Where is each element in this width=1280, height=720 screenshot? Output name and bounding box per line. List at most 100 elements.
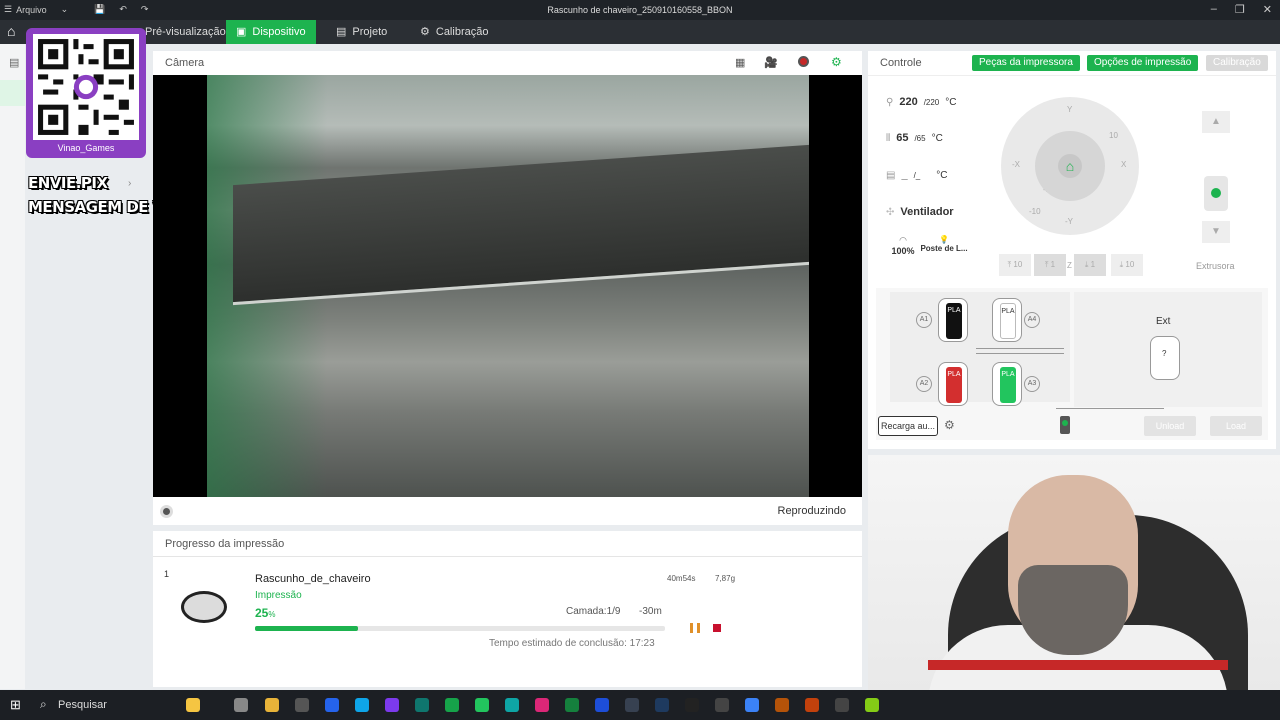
app-icon[interactable] bbox=[775, 698, 789, 712]
telegram-icon[interactable] bbox=[355, 698, 369, 712]
nozzle-current: 220 bbox=[899, 96, 918, 108]
chrome-icon[interactable] bbox=[445, 698, 459, 712]
extruder-led bbox=[1211, 188, 1221, 198]
steam-icon[interactable] bbox=[655, 698, 669, 712]
tab-device[interactable]: ▣ Dispositivo bbox=[226, 20, 316, 44]
time-used: 40m54s bbox=[667, 574, 696, 583]
nozzle-temp[interactable]: ⚲ 220 /220 °C bbox=[886, 96, 957, 108]
calibration-button[interactable]: Calibração bbox=[1206, 55, 1268, 71]
app-icon[interactable] bbox=[835, 698, 849, 712]
app-icon[interactable] bbox=[385, 698, 399, 712]
edge-icon[interactable] bbox=[415, 698, 429, 712]
bed-temp[interactable]: ⫴ 65 /65 °C bbox=[886, 132, 943, 144]
chamber-target: /_ bbox=[913, 171, 921, 180]
epic-games-icon[interactable] bbox=[685, 698, 699, 712]
print-options-button[interactable]: Opções de impressão bbox=[1087, 55, 1199, 71]
speed-value: 100% bbox=[891, 246, 915, 256]
app-icon[interactable] bbox=[505, 698, 519, 712]
app-icon[interactable] bbox=[805, 698, 819, 712]
z-down-1-button[interactable]: ⤓ 1 bbox=[1074, 254, 1106, 276]
fan-control[interactable]: ✣ Ventilador bbox=[886, 206, 954, 218]
file-explorer-icon[interactable] bbox=[265, 698, 279, 712]
external-spool[interactable]: ? bbox=[1150, 336, 1180, 380]
ams-spool-a4[interactable]: PLA bbox=[992, 298, 1022, 342]
progress-title: Progresso da impressão bbox=[165, 538, 285, 550]
progress-bar-track bbox=[255, 626, 665, 631]
bambu-studio-icon[interactable] bbox=[475, 698, 489, 712]
sidebar-selected-item[interactable] bbox=[0, 80, 25, 106]
bed-unit: °C bbox=[931, 133, 943, 144]
ams-filament-a1: PLA bbox=[946, 303, 962, 339]
z-up-10-button[interactable]: ⤒ 10 bbox=[999, 254, 1031, 276]
tab-project[interactable]: ▤ Projeto bbox=[326, 20, 397, 44]
ams-spool-a1[interactable]: PLA bbox=[938, 298, 968, 342]
printer-list-icon[interactable]: ▤ bbox=[9, 56, 19, 69]
settings-icon[interactable]: ⚙ bbox=[831, 55, 842, 69]
pause-button[interactable] bbox=[690, 623, 700, 633]
app-icon[interactable] bbox=[715, 698, 729, 712]
jog-x-plus[interactable]: X bbox=[1121, 160, 1126, 169]
extruder-down-button[interactable]: ▼ bbox=[1202, 221, 1230, 243]
app-icon[interactable] bbox=[745, 698, 759, 712]
task-view-icon[interactable] bbox=[234, 698, 248, 712]
auto-refill-button[interactable]: Recarga au... bbox=[878, 416, 939, 436]
minimize-icon[interactable]: – bbox=[1211, 3, 1217, 16]
speed-control[interactable]: ◠ 100% bbox=[888, 235, 918, 256]
qr-code-icon bbox=[33, 34, 139, 140]
job-thumbnail bbox=[181, 591, 227, 623]
close-icon[interactable]: ✕ bbox=[1263, 3, 1272, 16]
sd-card-icon[interactable]: ▦ bbox=[735, 56, 745, 69]
app-icon[interactable] bbox=[535, 698, 549, 712]
record-video-icon[interactable]: 🎥 bbox=[764, 56, 778, 69]
z-up-1-button[interactable]: ⤒ 1 bbox=[1034, 254, 1066, 276]
load-button[interactable]: Load bbox=[1210, 416, 1262, 436]
obs-icon[interactable] bbox=[295, 698, 309, 712]
eta-text: Tempo estimado de conclusão: 17:23 bbox=[489, 638, 655, 649]
tab-project-label: Projeto bbox=[352, 26, 388, 38]
stop-button[interactable] bbox=[713, 624, 721, 632]
stop-stream-button[interactable] bbox=[160, 505, 173, 518]
jog-y-minus[interactable]: -Y bbox=[1065, 217, 1073, 226]
xy-jog-wheel[interactable]: Y -Y -X X 10 1 -1 -10 ⌂ bbox=[1001, 97, 1139, 235]
job-name: Rascunho_de_chaveiro bbox=[255, 573, 371, 585]
z-down-10-button[interactable]: ⤓ 10 bbox=[1111, 254, 1143, 276]
taskbar-search-label[interactable]: Pesquisar bbox=[58, 699, 107, 711]
light-bulb-icon: 💡 bbox=[939, 235, 949, 244]
layer-info: Camada:1/9 bbox=[566, 606, 621, 617]
light-control[interactable]: 💡 Poste de L... bbox=[920, 235, 968, 253]
ams-settings-icon[interactable]: ⚙ bbox=[944, 418, 955, 432]
playback-bar: Reproduzindo bbox=[153, 497, 862, 525]
app-icon[interactable] bbox=[625, 698, 639, 712]
jog-plus-10[interactable]: 10 bbox=[1109, 131, 1118, 140]
tab-calibration[interactable]: ⚙ Calibração bbox=[410, 20, 498, 44]
ams-slot-a2-label: A2 bbox=[916, 376, 932, 392]
home-axes-button[interactable]: ⌂ bbox=[1058, 154, 1082, 178]
app-icon[interactable] bbox=[595, 698, 609, 712]
windows-start-icon[interactable]: ⊞ bbox=[10, 697, 21, 713]
webcam-icon[interactable] bbox=[798, 56, 809, 67]
jog-y-plus[interactable]: Y bbox=[1067, 105, 1072, 114]
jog-x-minus[interactable]: -X bbox=[1012, 160, 1020, 169]
restore-icon[interactable]: ❐ bbox=[1235, 3, 1245, 16]
home-icon[interactable]: ⌂ bbox=[7, 23, 15, 39]
bed-target: /65 bbox=[914, 134, 926, 143]
printer-parts-button[interactable]: Peças da impressora bbox=[972, 55, 1080, 71]
camera-feed bbox=[153, 75, 862, 497]
job-percent: 25% bbox=[255, 606, 275, 620]
app-icon[interactable] bbox=[865, 698, 879, 712]
ams-spool-a2[interactable]: PLA bbox=[938, 362, 968, 406]
taskbar-search-icon[interactable]: ⌕ bbox=[40, 697, 47, 712]
tab-calibration-label: Calibração bbox=[435, 26, 489, 38]
tab-preview[interactable]: Pré-visualização bbox=[135, 20, 236, 44]
app-icon[interactable] bbox=[325, 698, 339, 712]
unload-button[interactable]: Unload bbox=[1144, 416, 1196, 436]
device-sidebar: ▤ bbox=[0, 44, 25, 689]
chevron-right-icon[interactable]: › bbox=[128, 178, 131, 189]
ams-spool-a3[interactable]: PLA bbox=[992, 362, 1022, 406]
chamber-temp: ▤ _ /_ °C bbox=[886, 169, 947, 181]
jog-minus-10[interactable]: -10 bbox=[1029, 207, 1041, 216]
widgets-icon[interactable] bbox=[186, 698, 200, 712]
xbox-icon[interactable] bbox=[565, 698, 579, 712]
z-up-1-label: 1 bbox=[1050, 260, 1056, 269]
extruder-up-button[interactable]: ▲ bbox=[1202, 111, 1230, 133]
